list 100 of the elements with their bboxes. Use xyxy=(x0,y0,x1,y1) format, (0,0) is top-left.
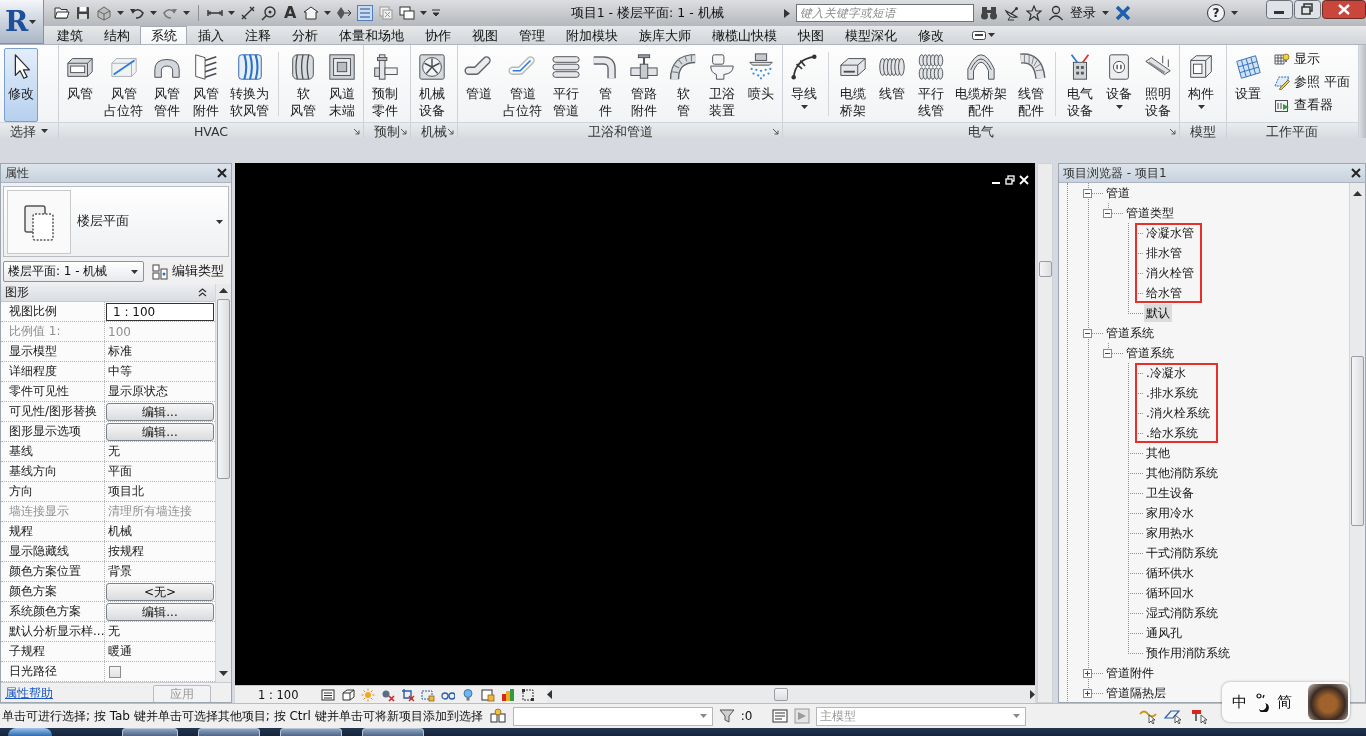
select-underlay-icon[interactable] xyxy=(1164,708,1184,724)
moon-icon[interactable] xyxy=(1255,692,1269,712)
ribbon-tool-button[interactable]: 管路 附件 xyxy=(627,48,661,122)
expand-toggle-icon[interactable] xyxy=(1083,668,1092,678)
collapse-toggle-icon[interactable] xyxy=(1103,208,1112,218)
collapse-toggle-icon[interactable] xyxy=(1083,328,1092,338)
tree-item[interactable]: 湿式消防系统 xyxy=(1144,604,1220,622)
circle-leader-icon[interactable] xyxy=(261,5,277,21)
taskbar-button[interactable] xyxy=(122,728,178,736)
tree-item[interactable]: 预作用消防系统 xyxy=(1144,644,1232,662)
ribbon-tool-button[interactable]: 线管 配件 xyxy=(1014,48,1048,122)
ribbon-tool-button[interactable]: 显示 xyxy=(1270,49,1354,69)
taskbar-button[interactable] xyxy=(198,728,260,736)
switch-windows-icon[interactable] xyxy=(399,5,416,21)
house-icon[interactable] xyxy=(303,5,320,21)
scroll-down-icon[interactable] xyxy=(219,671,228,676)
text-tool-button[interactable]: A xyxy=(282,5,299,21)
ribbon-tool-button[interactable]: 修改 xyxy=(4,48,38,122)
tree-item[interactable]: 默认 xyxy=(1144,304,1172,322)
scroll-thumb[interactable] xyxy=(1351,356,1364,526)
caret-icon[interactable] xyxy=(183,11,190,15)
ribbon-tool-button[interactable]: 风管 xyxy=(63,48,97,122)
tree-item[interactable]: 管道系统 xyxy=(1124,344,1176,362)
ribbon-tool-button[interactable]: 风管 占位符 xyxy=(102,48,145,122)
tree-item[interactable]: 卫生设备 xyxy=(1144,484,1196,502)
type-selector[interactable]: 楼层平面 xyxy=(3,186,229,257)
ribbon-tool-button[interactable]: 机械 设备 xyxy=(415,48,449,122)
tree-item[interactable]: 冷凝水管 xyxy=(1144,224,1196,242)
user-icon[interactable] xyxy=(1048,5,1064,21)
ribbon-tab[interactable]: 注释 xyxy=(234,26,281,44)
bar-chart-icon[interactable] xyxy=(501,687,516,702)
binoculars-icon[interactable] xyxy=(980,5,998,21)
crop-off-icon[interactable] xyxy=(401,687,416,702)
ribbon-tool-button[interactable]: 喷头 xyxy=(744,48,778,122)
restore-icon[interactable] xyxy=(1005,175,1015,185)
scroll-left-icon[interactable] xyxy=(547,690,553,699)
taskbar-button[interactable] xyxy=(362,728,424,736)
tree-item[interactable]: 管道隔热层 xyxy=(1104,684,1168,702)
ribbon-tab[interactable]: 模型深化 xyxy=(834,26,907,44)
ribbon-tab[interactable]: 附加模块 xyxy=(555,26,628,44)
ime-mode[interactable]: 中 xyxy=(1232,692,1247,712)
diamond-arrow-icon[interactable] xyxy=(336,5,353,21)
sign-in-link[interactable]: 登录 xyxy=(1070,4,1096,22)
tree-item[interactable]: 管道系统 xyxy=(1104,324,1156,342)
temporary-view-icon[interactable] xyxy=(481,687,496,702)
ribbon-tool-button[interactable]: 电气 设备 xyxy=(1063,48,1097,122)
ribbon-tool-button[interactable]: 参照 平面 xyxy=(1270,72,1354,92)
edit-button[interactable]: <无> xyxy=(106,582,214,601)
close-icon[interactable] xyxy=(1322,0,1366,19)
ribbon-tool-button[interactable]: 卫浴 装置 xyxy=(705,48,739,122)
tree-item[interactable]: 其他消防系统 xyxy=(1144,464,1220,482)
cube-icon[interactable] xyxy=(341,687,356,702)
scrollbar[interactable] xyxy=(1037,163,1053,703)
dialog-launcher-icon[interactable] xyxy=(447,127,454,135)
tree-item[interactable]: 循环供水 xyxy=(1144,564,1196,582)
taskbar-button[interactable] xyxy=(280,728,342,736)
checkbox[interactable] xyxy=(109,665,121,678)
ribbon-tab[interactable]: 族库大师 xyxy=(628,26,701,44)
ribbon-tool-button[interactable]: 线管 xyxy=(875,48,909,122)
tree-item[interactable]: 家用热水 xyxy=(1144,524,1196,542)
tree-item[interactable]: 管道 xyxy=(1104,184,1132,202)
scroll-up-icon[interactable] xyxy=(219,288,228,293)
ribbon-tool-button[interactable]: 软 风管 xyxy=(286,48,320,122)
ribbon-tool-button[interactable]: 设备 xyxy=(1102,48,1136,122)
ribbon-tool-button[interactable]: 风道 末端 xyxy=(325,48,359,122)
tree-item[interactable]: 干式消防系统 xyxy=(1144,544,1220,562)
ribbon-tab[interactable]: 体量和场地 xyxy=(328,26,414,44)
view-dropdown[interactable]: 楼层平面: 1 - 机械 xyxy=(3,261,144,282)
satellite-dish-icon[interactable] xyxy=(1004,5,1020,21)
scale-button[interactable]: 1 : 100 xyxy=(255,687,302,702)
tree-item[interactable]: 通风孔 xyxy=(1144,624,1184,642)
ribbon-tab[interactable]: 建筑 xyxy=(46,26,93,44)
bulb-icon[interactable] xyxy=(461,687,476,702)
caret-icon[interactable] xyxy=(324,11,332,15)
list-icon[interactable] xyxy=(772,708,789,724)
tree-item[interactable]: .冷凝水 xyxy=(1144,364,1188,382)
scrollbar[interactable] xyxy=(1349,183,1365,702)
tree-item[interactable]: 排水管 xyxy=(1144,244,1184,262)
collapse-icon[interactable] xyxy=(198,288,207,297)
edit-type-button[interactable]: 编辑类型 xyxy=(150,263,226,280)
ribbon-tool-button[interactable]: 管道 xyxy=(462,48,496,122)
select-links-icon[interactable] xyxy=(1138,708,1158,724)
search-field[interactable]: 键入关键字或短语 xyxy=(796,4,974,22)
star-icon[interactable] xyxy=(1026,5,1042,21)
tree-item[interactable]: 管道类型 xyxy=(1124,204,1176,222)
scrollbar[interactable] xyxy=(547,686,1035,703)
thin-lines-icon[interactable] xyxy=(357,5,374,21)
select-pinned-icon[interactable] xyxy=(1190,708,1210,724)
customize-icon[interactable] xyxy=(432,9,441,17)
start-button[interactable] xyxy=(8,728,52,736)
ribbon-tool-button[interactable]: 软 管 xyxy=(666,48,700,122)
close-icon[interactable] xyxy=(217,168,227,178)
ribbon-tool-button[interactable]: 转换为 软风管 xyxy=(228,48,271,122)
caret-icon[interactable] xyxy=(1102,11,1109,15)
ribbon-tool-button[interactable]: 构件 xyxy=(1184,48,1218,122)
collapse-toggle-icon[interactable] xyxy=(1083,188,1092,198)
ribbon-tool-button[interactable]: 查看器 xyxy=(1270,95,1354,115)
tree-item[interactable]: .排水系统 xyxy=(1144,384,1200,402)
ribbon-tab[interactable]: 结构 xyxy=(93,26,140,44)
ime-script[interactable]: 简 xyxy=(1277,692,1292,712)
